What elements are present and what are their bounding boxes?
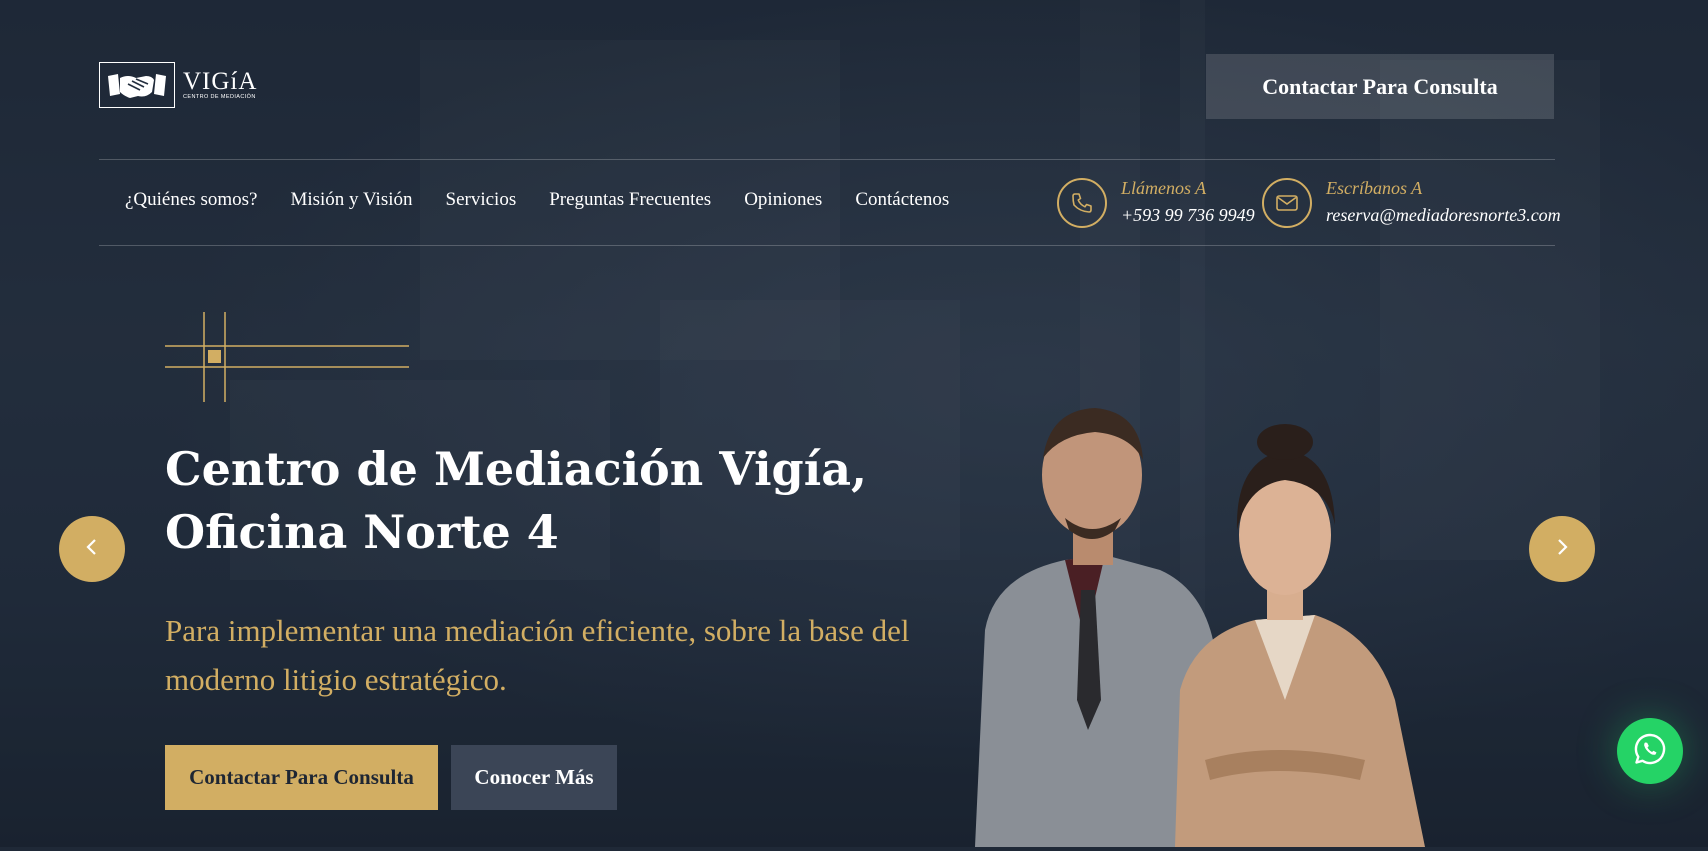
site-logo[interactable]: VIGíA CENTRO DE MEDIACIÓN bbox=[99, 62, 257, 108]
hero-learn-more-button[interactable]: Conocer Más bbox=[451, 745, 617, 810]
slider-next-button[interactable] bbox=[1529, 516, 1595, 582]
nav-item-quienes-somos[interactable]: ¿Quiénes somos? bbox=[125, 189, 257, 211]
email-contact[interactable]: Escríbanos A reserva@mediadoresnorte3.co… bbox=[1262, 176, 1561, 230]
mediators-photo bbox=[955, 400, 1475, 847]
nav-item-preguntas-frecuentes[interactable]: Preguntas Frecuentes bbox=[549, 189, 711, 211]
email-label: Escríbanos A bbox=[1326, 178, 1423, 198]
whatsapp-icon bbox=[1633, 732, 1667, 770]
main-nav: ¿Quiénes somos? Misión y Visión Servicio… bbox=[125, 189, 982, 211]
nav-divider-bottom bbox=[99, 245, 1555, 246]
phone-number[interactable]: +593 99 736 9949 bbox=[1121, 200, 1255, 230]
nav-item-contactenos[interactable]: Contáctenos bbox=[855, 189, 949, 211]
email-address[interactable]: reserva@mediadoresnorte3.com bbox=[1326, 200, 1561, 230]
hero-contact-button[interactable]: Contactar Para Consulta bbox=[165, 745, 438, 810]
phone-label: Llámenos A bbox=[1121, 178, 1207, 198]
brand-name: VIGíA bbox=[183, 68, 258, 95]
nav-divider-top bbox=[99, 159, 1555, 160]
hero-subtitle: Para implementar una mediación eficiente… bbox=[165, 613, 910, 697]
nav-item-opiniones[interactable]: Opiniones bbox=[744, 189, 822, 211]
chevron-right-icon bbox=[1555, 538, 1569, 560]
whatsapp-button[interactable] bbox=[1617, 718, 1683, 784]
phone-icon bbox=[1057, 178, 1107, 228]
nav-item-mision-vision[interactable]: Misión y Visión bbox=[290, 189, 412, 211]
nav-item-servicios[interactable]: Servicios bbox=[446, 189, 517, 211]
slider-prev-button[interactable] bbox=[59, 516, 125, 582]
header-contact-button[interactable]: Contactar Para Consulta bbox=[1206, 54, 1554, 119]
envelope-icon bbox=[1262, 178, 1312, 228]
handshake-icon bbox=[99, 62, 175, 108]
phone-contact[interactable]: Llámenos A +593 99 736 9949 bbox=[1057, 176, 1255, 230]
hero-title: Centro de Mediación Vigía, Oficina Norte… bbox=[165, 442, 868, 559]
decorative-grid-ornament bbox=[165, 312, 409, 402]
brand-subtitle: CENTRO DE MEDIACIÓN bbox=[183, 94, 256, 100]
chevron-left-icon bbox=[85, 538, 99, 560]
